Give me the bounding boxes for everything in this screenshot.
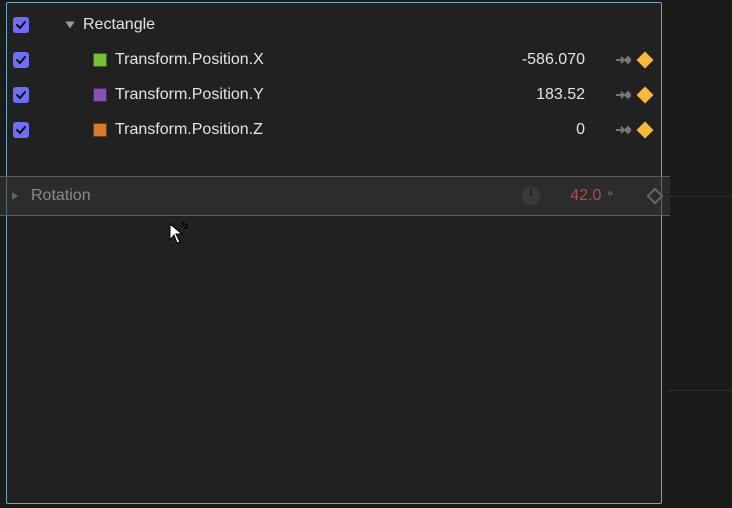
timeline-tick	[670, 196, 732, 197]
angle-dial-icon[interactable]	[520, 185, 542, 207]
group-label: Rectangle	[83, 16, 155, 34]
disclosure-triangle-icon[interactable]	[9, 190, 21, 202]
check-icon	[15, 89, 27, 101]
keyframe-icon[interactable]	[637, 122, 653, 138]
enable-checkbox[interactable]	[13, 52, 29, 68]
check-icon	[15, 19, 27, 31]
unit-label: °	[607, 188, 613, 204]
property-label: Transform.Position.Z	[115, 121, 263, 139]
color-swatch[interactable]	[93, 53, 107, 67]
timeline-strip	[670, 0, 732, 508]
timeline-tick	[670, 390, 732, 391]
color-swatch[interactable]	[93, 88, 107, 102]
drag-proxy-rotation[interactable]: Rotation 42.0 °	[0, 176, 716, 216]
property-value[interactable]: 183.52	[505, 86, 585, 104]
group-row-rectangle[interactable]: Rectangle	[7, 7, 661, 42]
keyframe-nav-icon[interactable]	[613, 86, 631, 104]
keyframe-icon[interactable]	[637, 87, 653, 103]
property-value[interactable]: -586.070	[505, 51, 585, 69]
property-row-position-y[interactable]: Transform.Position.Y 183.52	[7, 77, 661, 112]
visibility-checkbox[interactable]	[13, 17, 29, 33]
check-icon	[15, 124, 27, 136]
properties-panel: Rectangle Transform.Position.X -586.070 …	[6, 2, 662, 504]
rotation-value[interactable]: 42.0	[570, 187, 601, 205]
disclosure-triangle-icon[interactable]	[63, 18, 77, 32]
property-row-position-x[interactable]: Transform.Position.X -586.070	[7, 42, 661, 77]
keyframe-icon[interactable]	[637, 52, 653, 68]
keyframe-nav-icon[interactable]	[613, 51, 631, 69]
drag-label: Rotation	[31, 187, 91, 205]
property-label: Transform.Position.Y	[115, 86, 264, 104]
check-icon	[15, 54, 27, 66]
enable-checkbox[interactable]	[13, 122, 29, 138]
property-label: Transform.Position.X	[115, 51, 264, 69]
keyframe-nav-icon[interactable]	[613, 121, 631, 139]
property-row-position-z[interactable]: Transform.Position.Z 0	[7, 112, 661, 147]
enable-checkbox[interactable]	[13, 87, 29, 103]
keyframe-outline-icon[interactable]	[647, 188, 664, 205]
color-swatch[interactable]	[93, 123, 107, 137]
property-value[interactable]: 0	[505, 121, 585, 139]
